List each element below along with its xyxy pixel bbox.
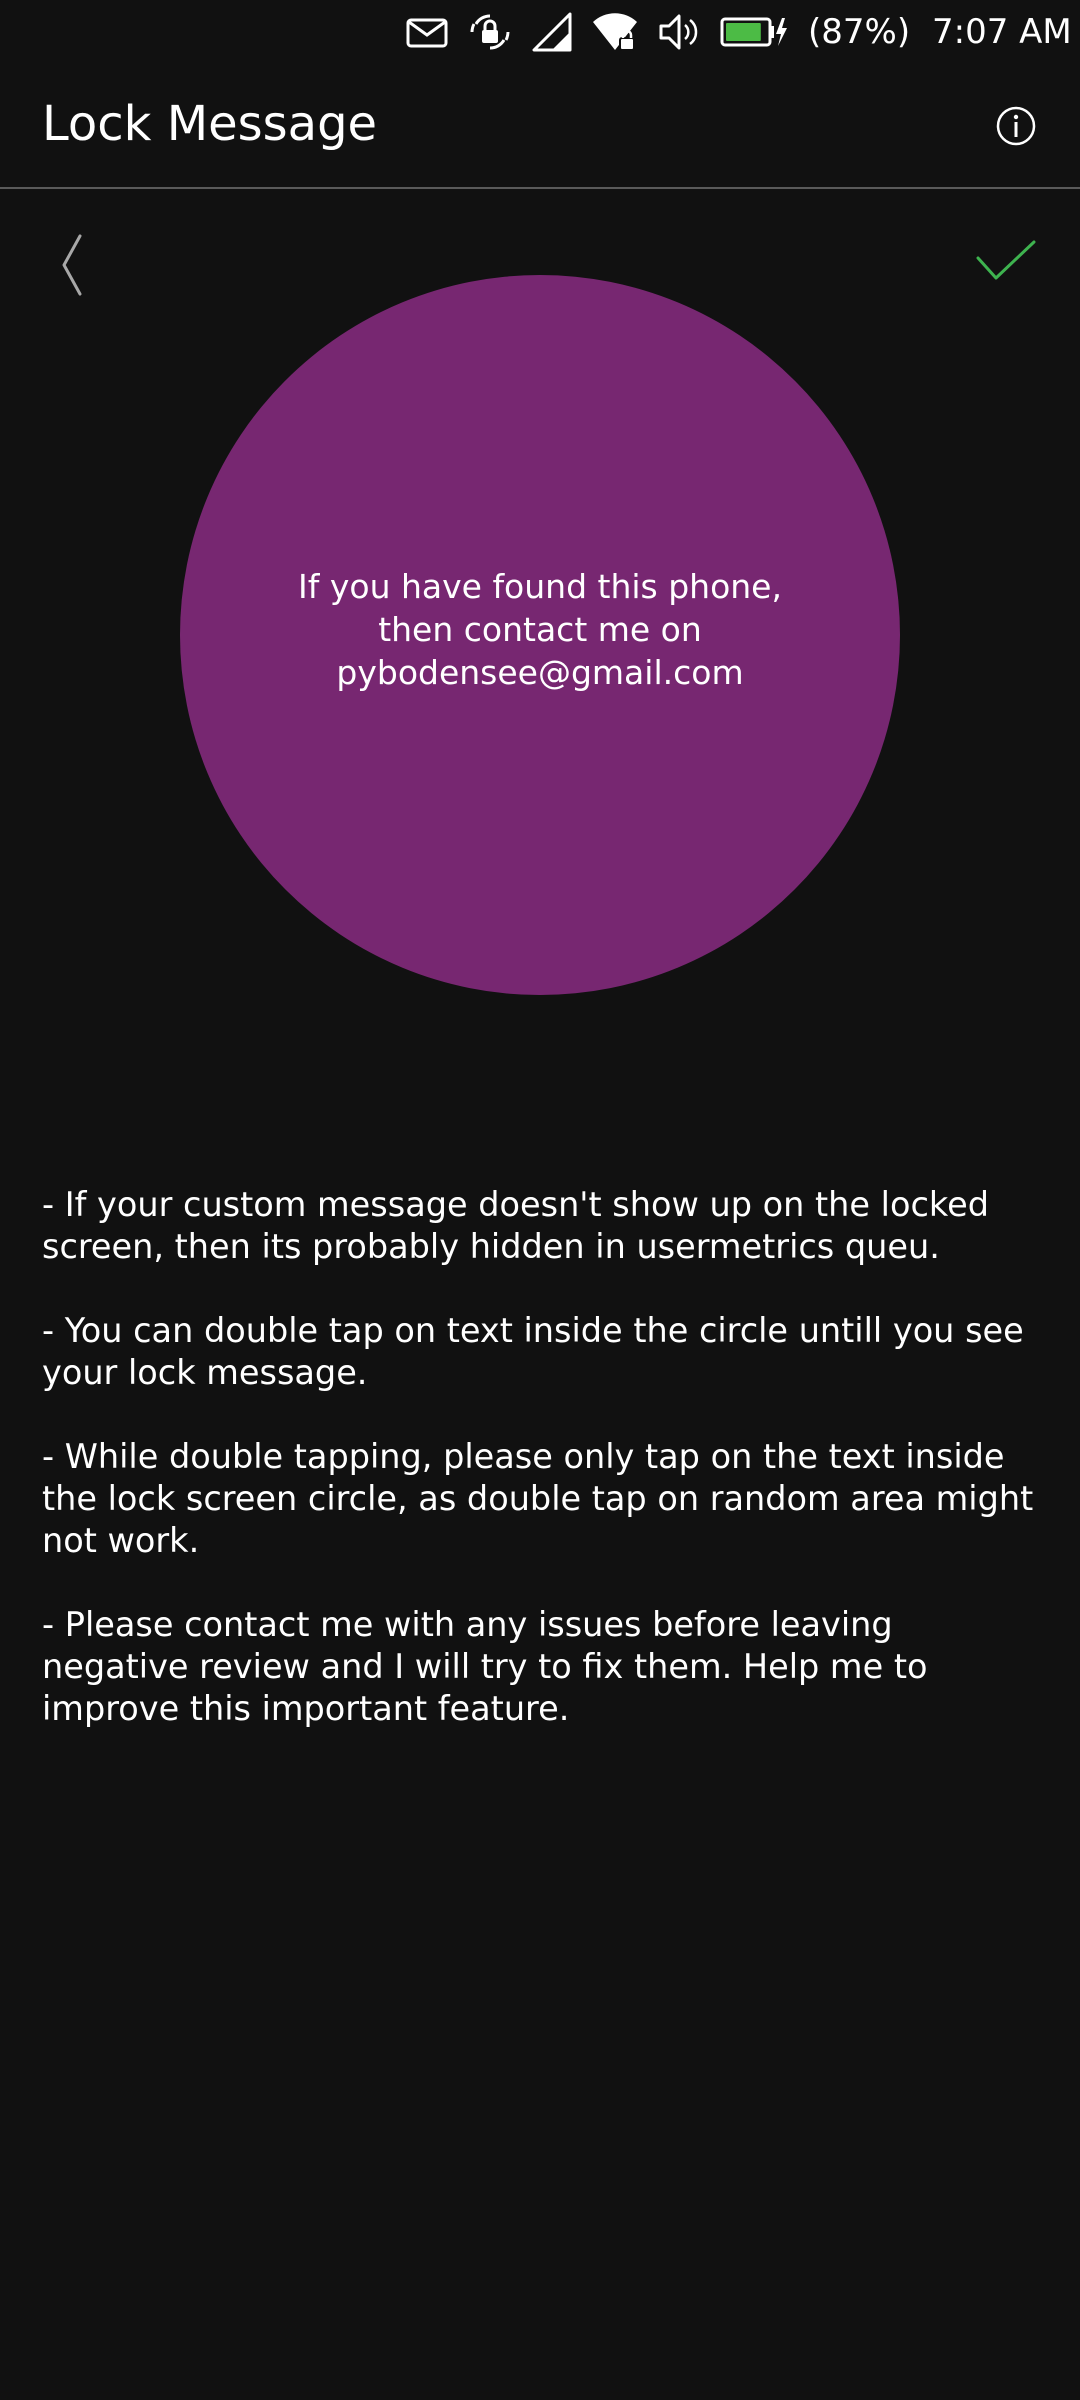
help-note: - You can double tap on text inside the … (42, 1311, 1024, 1392)
lock-screen-preview-circle[interactable]: If you have found this phone, then conta… (180, 275, 900, 995)
page-header: Lock Message (0, 64, 1080, 189)
back-button[interactable] (50, 228, 96, 302)
info-icon (996, 106, 1036, 146)
chevron-left-icon (62, 234, 82, 296)
volume-icon (658, 10, 700, 54)
clock-time: 7:07 AM (932, 12, 1072, 52)
battery-percent: (87%) (808, 12, 911, 52)
help-note: - If your custom message doesn't show up… (42, 1185, 989, 1266)
lock-message-text[interactable]: If you have found this phone, then conta… (240, 565, 840, 694)
lock-message-line: pybodensee@gmail.com (336, 653, 744, 692)
signal-icon (532, 10, 572, 54)
rotation-lock-icon (468, 10, 512, 54)
lock-message-line: If you have found this phone, (298, 567, 782, 606)
info-button[interactable] (994, 104, 1038, 148)
page-title: Lock Message (42, 96, 378, 152)
confirm-button[interactable] (972, 236, 1040, 288)
mail-icon (406, 10, 448, 54)
lock-message-line: then contact me on (378, 610, 702, 649)
help-notes: - If your custom message doesn't show up… (42, 1184, 1042, 1772)
status-bar: (87%) 7:07 AM (0, 0, 1080, 64)
help-note: - Please contact me with any issues befo… (42, 1605, 928, 1728)
battery-charging-icon (720, 10, 790, 54)
help-note: - While double tapping, please only tap … (42, 1437, 1034, 1560)
checkmark-icon (976, 240, 1036, 280)
wifi-icon (592, 10, 638, 54)
